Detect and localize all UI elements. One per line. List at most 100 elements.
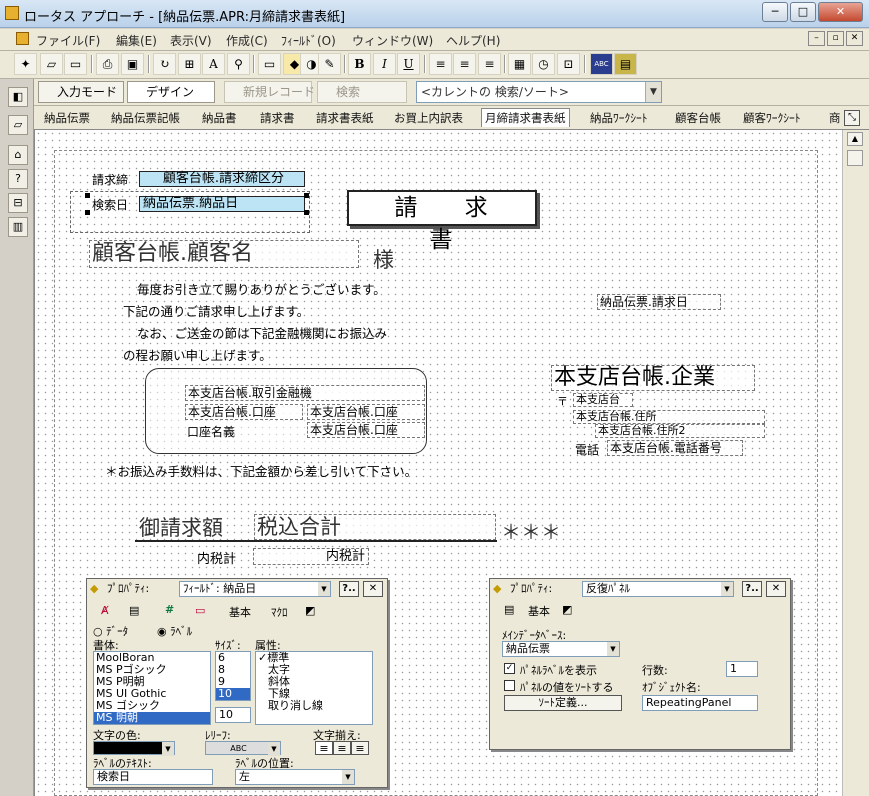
grid-icon[interactable]: ⊡ <box>557 53 580 75</box>
object-selector[interactable]: ﾌｨｰﾙﾄﾞ: 納品日 ▼ <box>179 581 331 597</box>
home-icon[interactable]: ⌂ <box>8 145 28 165</box>
menu-window[interactable]: ウィンドウ(W) <box>352 32 433 49</box>
chevron-down-icon[interactable]: ▼ <box>318 582 330 596</box>
mdi-restore-button[interactable]: ▫ <box>827 31 844 46</box>
greeting-line-2[interactable]: 下記の通りご請求申し上げます。 <box>123 301 309 320</box>
chevron-down-icon[interactable]: ▼ <box>607 642 619 656</box>
size-list[interactable]: 6 8 9 10 <box>215 651 251 701</box>
new-file-icon[interactable]: ✦ <box>14 53 37 75</box>
bank-name-field[interactable]: 本支店台帳.取引金融機 <box>185 385 425 401</box>
object-selector[interactable]: 反復ﾊﾟﾈﾙ ▼ <box>582 581 734 597</box>
underline-button[interactable]: U <box>397 53 420 75</box>
panel-close-button[interactable]: ✕ <box>363 581 383 597</box>
align-right-button[interactable]: ≡ <box>351 741 369 755</box>
size-item-selected[interactable]: 10 <box>216 688 250 700</box>
mdi-close-button[interactable]: ✕ <box>846 31 863 46</box>
font-tab-icon[interactable]: Ⱥ <box>101 604 109 617</box>
open-file-icon[interactable]: ▱ <box>40 53 63 75</box>
bold-button[interactable]: B <box>348 53 371 75</box>
selection-handle[interactable] <box>85 210 90 215</box>
vertical-scrollbar[interactable]: ▲ <box>842 130 869 796</box>
chevron-down-icon[interactable]: ▼ <box>268 742 280 756</box>
chevron-down-icon[interactable]: ▼ <box>342 770 354 784</box>
align-center-icon[interactable]: ≡ <box>453 53 476 75</box>
search-button[interactable]: 検索 <box>317 81 407 103</box>
align-left-icon[interactable]: ≡ <box>429 53 452 75</box>
menu-create[interactable]: 作成(C) <box>226 32 268 49</box>
greeting-line-4[interactable]: の程お願い申し上げます。 <box>123 345 272 364</box>
account-type-field[interactable]: 本支店台帳.口座 <box>185 404 303 420</box>
spellcheck-button[interactable]: ABC <box>590 53 613 75</box>
resize-icon[interactable]: ⤡ <box>844 110 860 126</box>
font-item-selected[interactable]: MS 明朝 <box>94 712 210 724</box>
billing-date-field[interactable]: 納品伝票.請求日 <box>597 294 721 310</box>
input-mode-button[interactable]: 入力モード <box>38 81 124 103</box>
mdi-minimize-button[interactable]: – <box>808 31 825 46</box>
amount-label[interactable]: 御請求額 <box>139 512 223 542</box>
company-field[interactable]: 本支店台帳.企業 <box>551 365 755 391</box>
tab-macro[interactable]: ﾏｸﾛ <box>271 604 288 620</box>
amount-field[interactable]: 税込合計 <box>254 514 496 540</box>
tax-field[interactable]: 内税計 <box>253 548 369 565</box>
label-position-select[interactable]: 左 ▼ <box>235 769 355 785</box>
new-record-button[interactable]: 新規レコード <box>224 81 315 103</box>
tab-monthly-invoice-cover[interactable]: 月締請求書表紙 <box>481 108 570 127</box>
attribute-list[interactable]: ✓標準 太字 斜体 下線 取り消し線 <box>255 651 373 725</box>
menu-field[interactable]: ﾌｨｰﾙﾄﾞ(O) <box>281 32 336 49</box>
number-format-tab-icon[interactable]: # <box>165 603 174 616</box>
branch-field[interactable]: 本支店台 <box>573 393 633 407</box>
customer-name-field[interactable]: 顧客台帳.顧客名 <box>89 240 359 268</box>
current-search-dropdown[interactable]: <カレントの 検索/ソート> ▼ <box>416 81 662 103</box>
address1-field[interactable]: 本支店台帳.住所 <box>573 410 765 424</box>
size-spinner[interactable]: 10 <box>215 707 251 723</box>
show-label-checkbox[interactable]: ✓ <box>504 663 515 674</box>
network-icon[interactable]: ⊟ <box>8 193 28 213</box>
styles-tab-icon[interactable]: ◩ <box>305 604 315 617</box>
text-color-picker[interactable]: ▼ <box>93 741 175 756</box>
tab-delivery-note[interactable]: 納品書 <box>202 110 237 126</box>
help-icon[interactable]: ? <box>8 169 28 189</box>
folder-icon[interactable]: ▱ <box>8 115 28 135</box>
selection-handle[interactable] <box>304 193 309 198</box>
tab-purchase-breakdown[interactable]: お買上内訳表 <box>394 110 463 126</box>
scroll-thumb[interactable] <box>847 150 863 166</box>
chevron-down-icon[interactable]: ▼ <box>162 742 174 756</box>
amount-stars[interactable]: ＊＊＊ <box>501 516 561 545</box>
sort-values-checkbox[interactable] <box>504 680 515 691</box>
relief-picker[interactable]: ABC ▼ <box>205 741 281 756</box>
tab-basic[interactable]: 基本 <box>229 604 251 620</box>
tab-invoice-slip-entry[interactable]: 納品伝票記帳 <box>111 110 180 126</box>
smartmaster-icon[interactable]: ▤ <box>614 53 637 75</box>
tab-invoice-cover[interactable]: 請求書表紙 <box>316 110 374 126</box>
menu-edit[interactable]: 編集(E) <box>116 32 157 49</box>
align-left-button[interactable]: ≡ <box>315 741 333 755</box>
drawer-icon[interactable]: ◧ <box>8 87 28 107</box>
chevron-down-icon[interactable]: ▼ <box>645 82 661 102</box>
app-icon[interactable] <box>5 6 19 20</box>
tab-customer-ledger[interactable]: 顧客台帳 <box>675 110 721 126</box>
billing-cutoff-field[interactable]: 顧客台帳.請求締区分 <box>139 171 305 187</box>
menu-file[interactable]: ファイル(F) <box>36 32 100 49</box>
main-db-select[interactable]: 納品伝票 ▼ <box>502 641 620 657</box>
tax-label[interactable]: 内税計 <box>197 548 236 567</box>
selection-handle[interactable] <box>304 210 309 215</box>
label-text-input[interactable]: 検索日 <box>93 769 213 785</box>
account-number-field[interactable]: 本支店台帳.口座 <box>307 404 425 420</box>
search-date-field[interactable]: 納品伝票.納品日 <box>139 196 305 212</box>
scroll-up-icon[interactable]: ▲ <box>847 132 863 146</box>
help-button[interactable]: ?.. <box>339 581 359 597</box>
object-name-input[interactable]: RepeatingPanel <box>642 695 758 711</box>
tab-customer-worksheet[interactable]: 顧客ﾜｰｸｼｰﾄ <box>743 110 801 126</box>
italic-button[interactable]: I <box>373 53 396 75</box>
honorific-label[interactable]: 様 <box>373 244 394 274</box>
panel-close-button[interactable]: ✕ <box>766 581 786 597</box>
maximize-button[interactable]: □ <box>790 2 816 22</box>
greeting-line-3[interactable]: なお、ご送金の節は下記金融機関にお振込み <box>137 323 387 342</box>
field-tool-icon[interactable]: ⚲ <box>227 53 250 75</box>
font-list[interactable]: MoolBoran MS Pゴシック MS P明朝 MS UI Gothic M… <box>93 651 211 725</box>
print-preview-icon[interactable]: ▣ <box>121 53 144 75</box>
minimize-button[interactable]: ─ <box>762 2 788 22</box>
color-tab-icon[interactable]: ▤ <box>129 604 139 617</box>
search-date-label[interactable]: 検索日 <box>92 196 128 213</box>
tab-invoice-slip[interactable]: 納品伝票 <box>44 110 90 126</box>
